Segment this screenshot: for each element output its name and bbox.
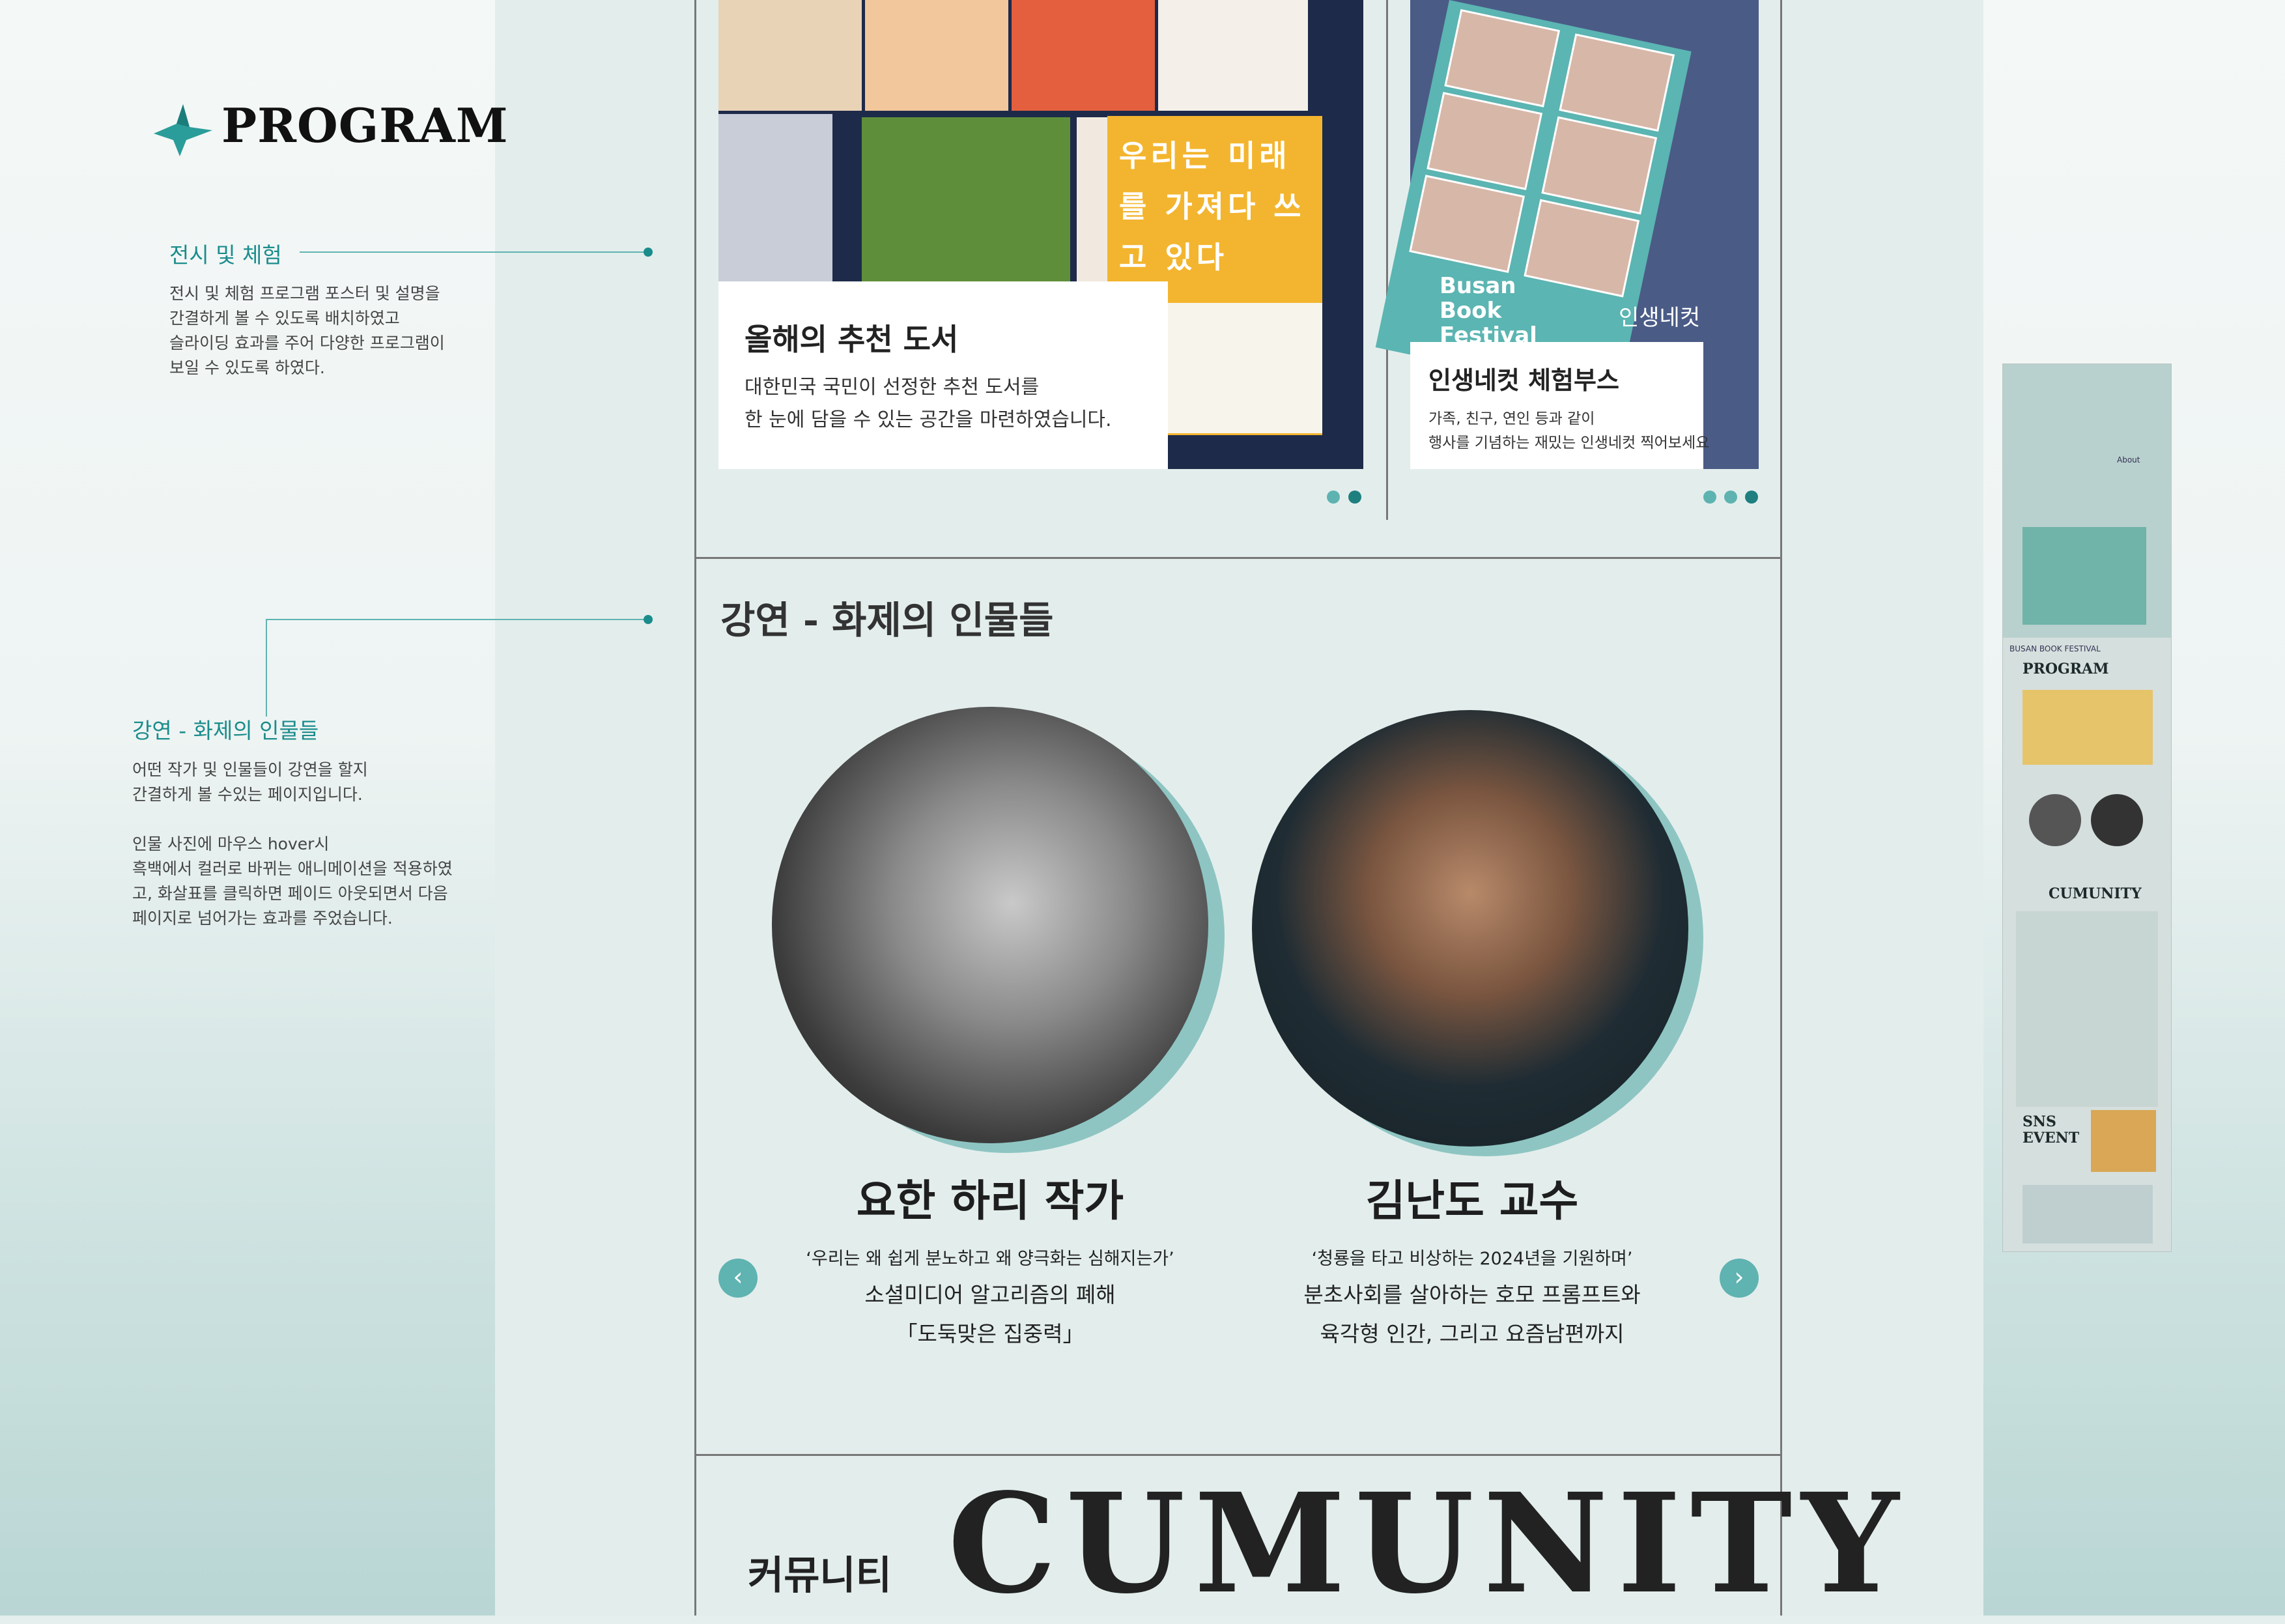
program-heading: PROGRAM <box>221 98 509 153</box>
books-card-title: 올해의 추천 도서 <box>745 322 959 357</box>
johann-hari-portrait[interactable] <box>772 707 1208 1143</box>
community-english-title: CUMUNITY <box>948 1463 1909 1624</box>
photo-frame <box>1426 92 1543 190</box>
lecture-leader-dot <box>644 615 653 624</box>
book-poster <box>865 0 1008 111</box>
lecture-leader-vertical <box>266 619 267 717</box>
featured-book-band <box>1146 303 1322 433</box>
community-korean-title: 커뮤니티 <box>748 1553 892 1599</box>
thumb-community-list <box>2016 911 2158 1107</box>
exhibition-annotation-heading: 전시 및 체험 <box>169 242 282 268</box>
exhibition-leader-dot <box>644 248 653 257</box>
photo-frame <box>1409 175 1526 274</box>
book-poster <box>718 0 862 111</box>
exhibition-annotation-text: 전시 및 체험 프로그램 포스터 및 설명을 간결하게 볼 수 있도록 배치하였… <box>169 284 445 377</box>
thumb-directions-map <box>2022 1185 2153 1244</box>
lecture-annotation-text: 어떤 작가 및 인물들이 강연을 할지 간결하게 볼 수있는 페이지입니다. 인… <box>132 760 453 928</box>
speaker-name: 요한 하리 작가 <box>856 1175 1124 1226</box>
crane-logo-icon <box>154 104 212 156</box>
prev-arrow-button[interactable]: ‹ <box>718 1259 758 1298</box>
book-poster <box>862 117 1070 287</box>
full-page-thumbnail: About BUSAN BOOK FESTIVAL PROGRAM CUMUNI… <box>2002 363 2172 1252</box>
photobooth-card-description: 가족, 친구, 연인 등과 같이 행사를 기념하는 재밌는 인생네컷 찍어보세요 <box>1428 410 1710 451</box>
book-poster <box>718 114 832 283</box>
book-poster <box>1158 0 1308 111</box>
featured-book-title: 우리는 미래를 가져다 쓰고 있다 <box>1119 138 1305 275</box>
photo-frame <box>1444 8 1561 107</box>
thumb-program-label: PROGRAM <box>2022 661 2109 677</box>
lecture-leader-line <box>267 619 648 620</box>
books-card-description: 대한민국 국민이 선정한 추천 도서를 한 눈에 담을 수 있는 공간을 마련하… <box>745 376 1112 431</box>
thumb-map <box>2022 527 2146 625</box>
photo-frame <box>1541 116 1658 215</box>
card-divider <box>1386 0 1388 520</box>
section-divider-bottom <box>694 1454 1782 1456</box>
speaker-description: ‘우리는 왜 쉽게 분노하고 왜 양극화는 심해지는가’ 소셜미디어 알고리즘의… <box>806 1249 1174 1346</box>
speaker-name: 김난도 교수 <box>1365 1175 1579 1226</box>
photo-frame <box>1559 33 1675 132</box>
lecture-section-title: 강연 - 화제의 인물들 <box>720 598 1054 642</box>
lecture-annotation-heading: 강연 - 화제의 인물들 <box>132 718 319 743</box>
photobooth-slider-dot[interactable] <box>1703 491 1716 504</box>
speaker-description: ‘청룡을 타고 비상하는 2024년을 기원하며’ 분초사회를 살아하는 호모 … <box>1303 1249 1641 1346</box>
thumb-portrait <box>2091 794 2143 846</box>
thumb-portrait <box>2029 794 2081 846</box>
exhibition-leader-line <box>300 251 648 253</box>
thumb-festival-label: BUSAN BOOK FESTIVAL <box>2009 644 2101 653</box>
thumb-about-label: About <box>2117 455 2140 464</box>
section-divider-top <box>694 557 1782 559</box>
kim-nando-portrait[interactable] <box>1252 710 1688 1147</box>
books-slider-dot[interactable] <box>1327 491 1340 504</box>
photo-frame <box>1524 199 1640 298</box>
photobooth-card-title: 인생네컷 체험부스 <box>1428 366 1619 395</box>
photobooth-poster-caption: 인생네컷 <box>1619 305 1701 331</box>
next-arrow-button[interactable]: › <box>1720 1259 1759 1298</box>
book-poster <box>1012 0 1155 111</box>
thumb-event-label: EVENT <box>2022 1130 2080 1147</box>
photobooth-poster-text: Busan Book Festival <box>1440 273 1537 349</box>
photobooth-slider-dot[interactable] <box>1724 491 1737 504</box>
books-slider-dot-active[interactable] <box>1348 491 1361 504</box>
thumb-program-cards <box>2022 690 2153 765</box>
photobooth-slider-dot-active[interactable] <box>1745 491 1758 504</box>
thumb-sns-label: SNS <box>2022 1113 2056 1130</box>
thumb-cumunity-label: CUMUNITY <box>2049 885 2142 902</box>
thumb-event-cards <box>2091 1110 2156 1172</box>
